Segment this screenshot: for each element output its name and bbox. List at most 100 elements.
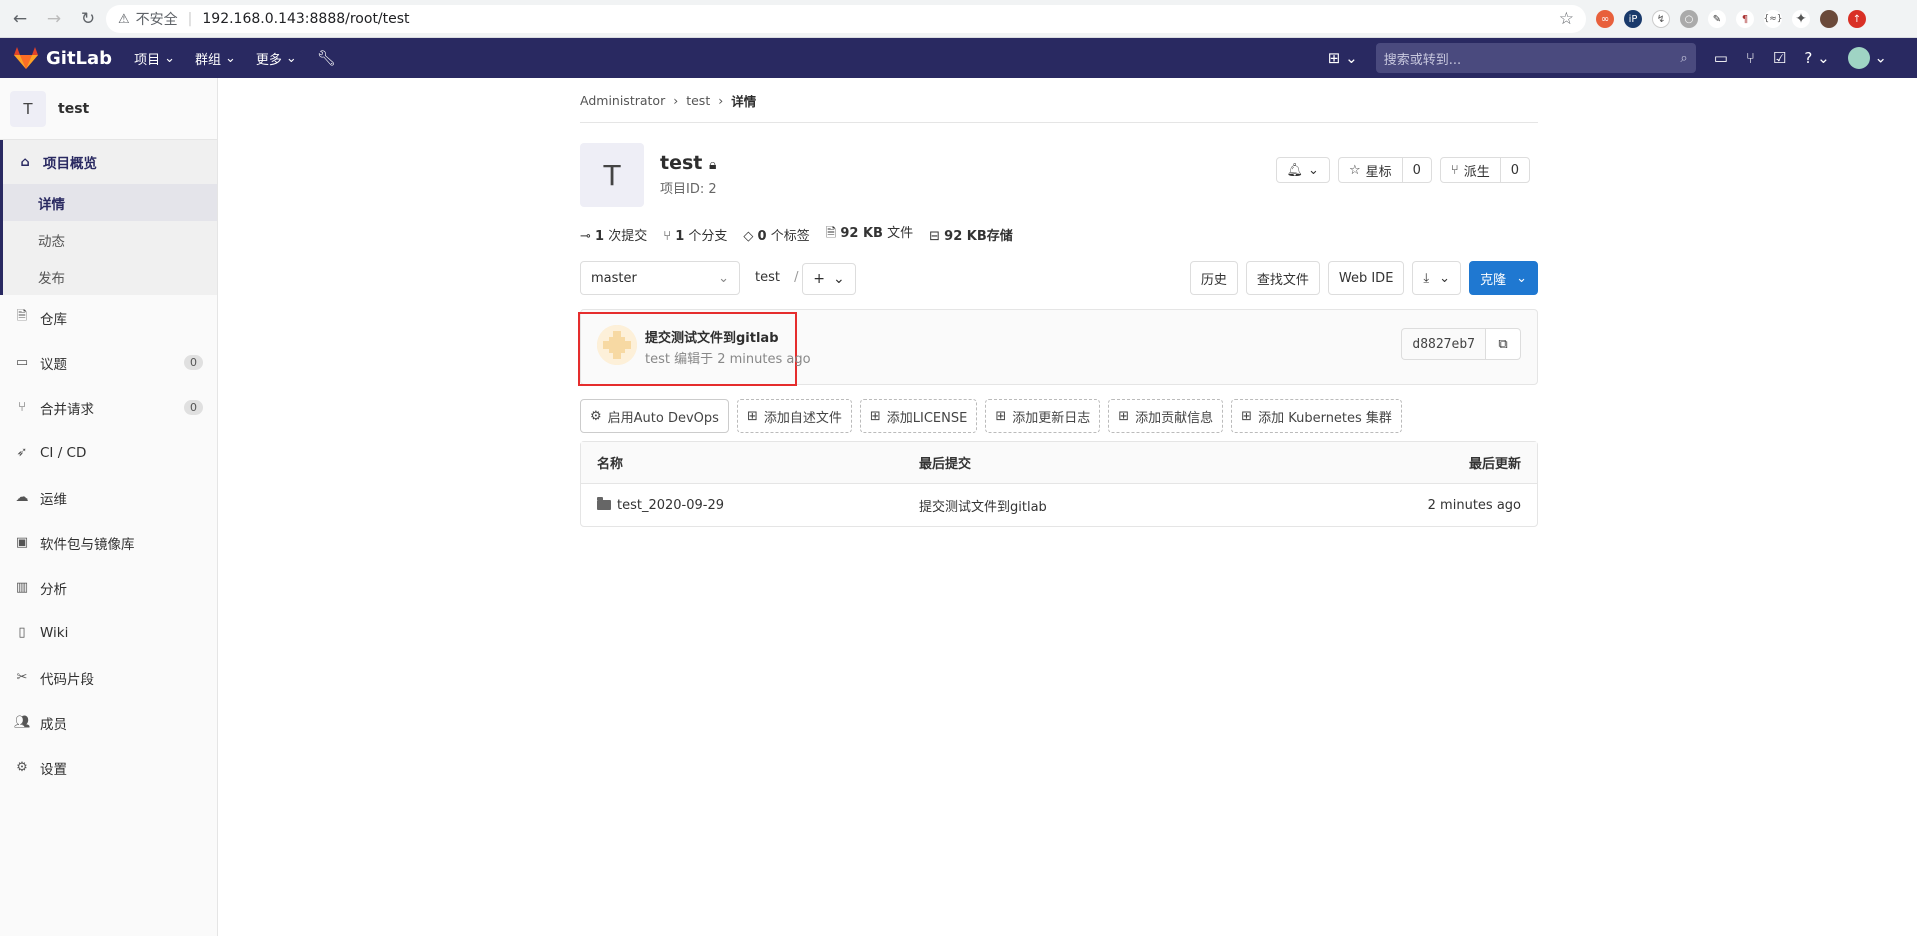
sidebar-item-snippets[interactable]: ✂ 代码片段 [0,655,217,700]
extension-icon[interactable]: ✎ [1708,10,1726,28]
storage-stat[interactable]: ⊟ 92 KB存储 [929,225,1013,244]
branches-stat[interactable]: ⑂ 1 个分支 [663,225,727,244]
extension-icon[interactable]: ↯ [1652,10,1670,28]
add-readme-button[interactable]: ⊞ 添加自述文件 [736,399,852,433]
sidebar-project-header[interactable]: T test [0,78,217,140]
sidebar-item-operations[interactable]: ☁ 运维 [0,475,217,520]
add-contributing-button[interactable]: ⊞ 添加贡献信息 [1108,399,1224,433]
extension-icon[interactable]: ∞ [1596,10,1614,28]
branch-selector[interactable]: master ⌄ [580,261,740,295]
sidebar-item-label: 合并请求 [40,401,94,418]
copy-icon[interactable]: ⧉ [1485,328,1521,360]
breadcrumb: Administrator › test › 详情 [580,78,1538,123]
issues-icon[interactable]: ▭ [1714,49,1728,67]
chevron-down-icon: ⌄ [1516,270,1527,286]
notification-button[interactable]: 🔔︎ ⌄ [1275,157,1330,183]
extension-icon[interactable]: ¶ [1736,10,1754,28]
warning-icon: ⚠ [118,11,130,27]
bookmark-star-icon[interactable]: ☆ [1559,9,1574,29]
puzzle-icon[interactable]: ✦ [1792,10,1810,28]
issues-icon: ▭ [15,355,29,370]
sidebar-item-members[interactable]: 👥︎ 成员 [0,700,217,745]
sidebar-item-analytics[interactable]: ▥ 分析 [0,565,217,610]
clone-label: 克隆 [1480,272,1507,288]
star-button[interactable]: ☆ 星标 0 [1337,157,1432,183]
sidebar-sub-details[interactable]: 详情 [3,184,217,221]
find-file-button[interactable]: 查找文件 [1245,261,1320,295]
add-kubernetes-button[interactable]: ⊞ 添加 Kubernetes 集群 [1231,399,1402,433]
sidebar-item-wiki[interactable]: ▯ Wiki [0,610,217,655]
commit-message[interactable]: 提交测试文件到gitlab [645,327,779,346]
storage-icon: ⊟ [929,228,941,244]
project-header: T test 🔒︎ 项目ID: 2 🔔︎ ⌄ ☆ 星标 0 ⑂ 派生 0 [580,123,1538,213]
sidebar-item-cicd[interactable]: ➶ CI / CD [0,430,217,475]
breadcrumb-item[interactable]: Administrator [580,93,665,108]
menu-groups[interactable]: 群组 ⌄ [195,49,236,68]
project-sidebar: T test ⌂ 项目概览 详情 动态 发布 🗎︎ 仓库 ▭ 议题 0 ⑂ 合并请求 0 … [0,78,218,936]
search-input[interactable]: 搜索或转到... ⌕ [1375,43,1696,73]
back-icon[interactable]: ← [6,5,34,33]
sidebar-sub-releases[interactable]: 发布 [3,258,217,295]
tags-stat[interactable]: ◇ 0 个标签 [743,225,809,244]
path-root[interactable]: test [755,270,780,285]
shortcut-label: 添加自述文件 [763,410,842,426]
fork-count[interactable]: 0 [1499,158,1529,182]
history-button[interactable]: 历史 [1189,261,1238,295]
shortcut-label: 添加LICENSE [886,410,968,426]
update-icon[interactable]: ↑ [1848,10,1866,28]
chevron-right-icon: › [718,92,724,108]
project-id: 项目ID: 2 [660,182,717,197]
star-count[interactable]: 0 [1401,158,1431,182]
commit-sha[interactable]: d8827eb7 [1401,328,1485,360]
commit-author[interactable]: test [645,352,670,367]
wrench-icon[interactable]: 🔧︎ [317,49,336,67]
scissors-icon: ✂ [16,670,28,685]
clone-button[interactable]: 克隆 ⌄ [1469,261,1538,295]
web-ide-button[interactable]: Web IDE [1327,261,1405,295]
sidebar-item-issues[interactable]: ▭ 议题 0 [0,340,217,385]
add-license-button[interactable]: ⊞ 添加LICENSE [859,399,978,433]
file-name-cell[interactable]: test_2020-09-29 [597,496,724,513]
gitlab-fox-icon [14,47,38,69]
sidebar-item-overview[interactable]: ⌂ 项目概览 [3,140,217,184]
menu-projects[interactable]: 项目 ⌄ [134,49,175,68]
new-item-icon[interactable]: ⊞ ⌄ [1328,49,1358,67]
sidebar-item-merge-requests[interactable]: ⑂ 合并请求 0 [0,385,217,430]
sidebar-item-packages[interactable]: ▣ 软件包与镜像库 [0,520,217,565]
address-bar[interactable]: ⚠ 不安全 | 192.168.0.143:8888/root/test ☆ [106,5,1586,33]
branches-count: 1 [675,228,685,244]
fork-button[interactable]: ⑂ 派生 0 [1439,157,1530,183]
add-changelog-button[interactable]: ⊞ 添加更新日志 [985,399,1101,433]
folder-icon [597,496,611,510]
extension-icon[interactable]: iP [1624,10,1642,28]
user-avatar[interactable]: ⌄ [1847,47,1887,69]
files-stat[interactable]: 🗎︎ 92 KB 文件 [826,222,913,246]
auto-devops-button[interactable]: ⚙ 启用Auto DevOps [580,399,729,433]
extension-icon[interactable]: {≈} [1764,10,1783,28]
extensions-area: ∞ iP ↯ ○ ✎ ¶ {≈} ✦ ↑ [1596,6,1866,32]
profile-avatar[interactable] [1820,10,1838,28]
gitlab-logo[interactable]: GitLab [14,47,112,69]
last-commit-cell[interactable]: 提交测试文件到gitlab [919,496,1047,515]
storage-size: 92 KB [944,228,987,244]
breadcrumb-item[interactable]: test [686,93,710,108]
commit-author-avatar[interactable] [597,325,637,365]
branch-icon: ⑂ [663,228,672,244]
extension-icon[interactable]: ○ [1680,10,1698,28]
todo-icon[interactable]: ☑ [1773,49,1786,67]
sidebar-item-repository[interactable]: 🗎︎ 仓库 [0,295,217,340]
merge-request-icon[interactable]: ⑂ [1746,49,1755,67]
sidebar-item-settings[interactable]: ⚙ 设置 [0,745,217,790]
reload-icon[interactable]: ↻ [74,5,102,33]
add-to-tree-button[interactable]: + ⌄ [802,263,856,295]
plus-square-icon: ⊞ [746,408,758,424]
table-row[interactable]: test_2020-09-29 提交测试文件到gitlab 2 minutes … [581,484,1537,526]
project-avatar: T [10,90,46,127]
menu-more[interactable]: 更多 ⌄ [256,49,297,68]
download-button[interactable]: ⤓ ⌄ [1412,261,1462,295]
forward-icon[interactable]: → [40,5,68,33]
help-icon[interactable]: ? ⌄ [1804,49,1829,67]
commits-stat[interactable]: ⊸ 1 次提交 [580,225,647,244]
sidebar-sub-activity[interactable]: 动态 [3,221,217,258]
merge-request-icon: ⑂ [18,400,26,415]
